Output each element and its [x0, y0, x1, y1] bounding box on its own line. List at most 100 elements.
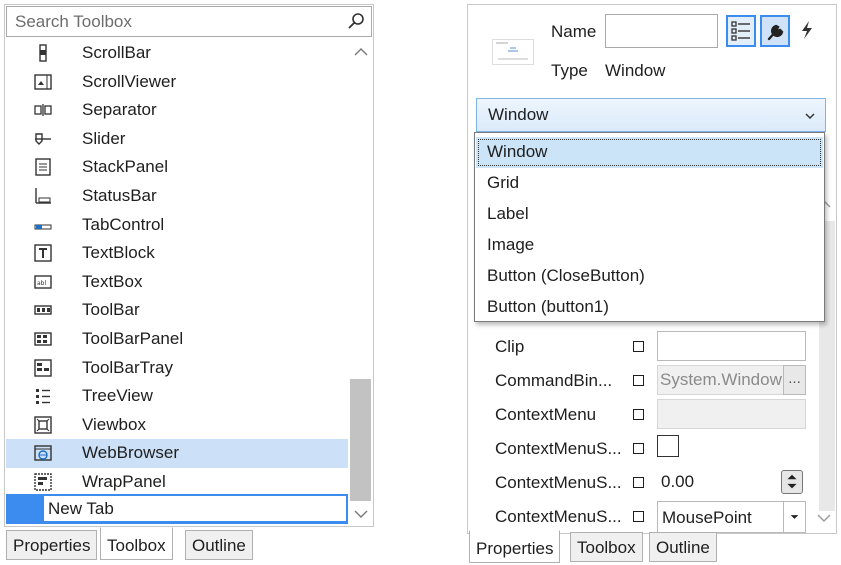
toolbox-item-toolbartray[interactable]: ToolBarTray: [6, 354, 348, 383]
property-name: ContextMenuS...: [495, 473, 622, 492]
toolbox-item-separator[interactable]: Separator: [6, 96, 348, 125]
dropdown-item-image[interactable]: Image: [476, 230, 823, 261]
toolbox-item-label: ToolBarTray: [82, 357, 174, 377]
toolbox-item-scrollbar[interactable]: ScrollBar: [6, 39, 348, 68]
wrappanel-icon: [34, 473, 52, 491]
placement-dropdown-button[interactable]: [783, 502, 805, 532]
type-value: Window: [605, 61, 666, 80]
toolbox-item-statusbar[interactable]: StatusBar: [6, 182, 348, 211]
dropdown-item-button1[interactable]: Button (button1): [476, 292, 823, 323]
slider-icon: [35, 133, 51, 145]
tab-outline-left[interactable]: Outline: [185, 530, 253, 560]
dropdown-item-closebutton[interactable]: Button (CloseButton): [476, 261, 823, 292]
dropdown-item-label[interactable]: Label: [476, 199, 823, 230]
toolbar-icon: [34, 305, 52, 316]
caret-down-icon: [790, 515, 799, 519]
tab-outline-right[interactable]: Outline: [649, 532, 717, 562]
toolbox-item-label: ToolBar: [82, 300, 140, 320]
property-row-contextmenu-number: ContextMenuS... 0.00: [468, 466, 836, 499]
toolbox-item-slider[interactable]: Slider: [6, 125, 348, 154]
toolbox-item-label: WebBrowser: [82, 443, 179, 463]
toolbox-item-label: StatusBar: [82, 185, 157, 205]
toolbox-item-label: WrapPanel: [82, 471, 166, 491]
search-icon[interactable]: [347, 12, 365, 30]
webbrowser-icon: [34, 445, 52, 462]
stackpanel-icon: [35, 158, 51, 177]
toolbox-item-label: TreeView: [82, 386, 153, 406]
toolbox-item-label: TextBox: [82, 271, 143, 291]
spinner-arrows-icon: [787, 474, 797, 489]
toolbox-item-webbrowser[interactable]: WebBrowser: [6, 439, 348, 468]
dropdown-item-window[interactable]: Window: [476, 137, 823, 168]
tab-toolbox-left[interactable]: Toolbox: [100, 527, 173, 560]
new-tab-name-input[interactable]: [43, 495, 347, 522]
property-marker-icon[interactable]: [633, 443, 644, 454]
tab-properties-right[interactable]: Properties: [469, 530, 561, 563]
treeview-icon: [36, 389, 50, 405]
chevron-down-icon[interactable]: [817, 513, 831, 523]
element-selector-value: Window: [488, 105, 549, 124]
lightning-icon: [802, 21, 812, 39]
toolbox-item-scrollviewer[interactable]: ScrollViewer: [6, 68, 348, 97]
property-name: Clip: [495, 337, 525, 356]
wrench-icon: [767, 24, 784, 41]
scrollviewer-icon: [34, 73, 52, 90]
toolbox-item-label: TextBlock: [82, 243, 155, 263]
ellipsis-button[interactable]: ...: [783, 365, 806, 395]
placement-dropdown[interactable]: MousePoint: [657, 501, 806, 533]
property-row-commandbindings: CommandBin... System.Window ...: [468, 364, 836, 397]
property-marker-icon[interactable]: [633, 477, 644, 488]
toolbox-item-label: ScrollBar: [82, 43, 151, 62]
toolbox-item-viewbox[interactable]: Viewbox: [6, 411, 348, 440]
events-view-button[interactable]: [793, 15, 823, 47]
property-name: ContextMenuS...: [495, 439, 622, 458]
clip-value-input[interactable]: [657, 331, 806, 361]
toolbox-item-stackpanel[interactable]: StackPanel: [6, 153, 348, 182]
scrollbar-icon: [39, 44, 47, 62]
list-icon: [731, 21, 750, 41]
property-marker-icon[interactable]: [633, 375, 644, 386]
toolbox-item-label: ToolBarPanel: [82, 328, 184, 348]
contextmenu-checkbox[interactable]: [657, 435, 679, 457]
chevron-down-icon: [805, 113, 815, 120]
property-row-contextmenu: ContextMenu: [468, 398, 836, 431]
toolbox-item-textblock[interactable]: TextBlock: [6, 239, 348, 268]
textbox-icon: abl: [34, 275, 52, 289]
property-marker-icon[interactable]: [633, 409, 644, 420]
separator-icon: [34, 104, 52, 117]
statusbar-icon: [35, 187, 51, 204]
toolbox-search-input[interactable]: [7, 7, 337, 36]
toolbox-item-wrappanel[interactable]: WrapPanel: [6, 468, 348, 497]
property-name: CommandBin...: [495, 371, 613, 390]
tab-toolbox-right[interactable]: Toolbox: [570, 532, 643, 562]
toolbox-item-textbox[interactable]: abl TextBox: [6, 268, 348, 297]
dropdown-item-grid[interactable]: Grid: [476, 168, 823, 199]
number-spinner[interactable]: [781, 470, 803, 494]
property-row-contextmenu-placement: ContextMenuS... MousePoint: [468, 500, 836, 533]
chevron-down-icon[interactable]: [354, 509, 368, 519]
toolbox-item-toolbarpanel[interactable]: ToolBarPanel: [6, 325, 348, 354]
toolbox-search-box[interactable]: [6, 6, 372, 37]
name-label: Name: [551, 22, 597, 41]
properties-view-button[interactable]: [760, 15, 790, 47]
toolbox-item-label: StackPanel: [82, 157, 168, 177]
element-selector-dropdown[interactable]: Window: [476, 98, 826, 132]
toolbox-scrollbar-thumb[interactable]: [350, 379, 371, 501]
toolbox-scrollbar[interactable]: [348, 39, 373, 525]
element-name-input[interactable]: [605, 14, 718, 48]
tab-properties-left[interactable]: Properties: [6, 530, 98, 560]
toolbox-item-label: TabControl: [82, 214, 165, 234]
chevron-up-icon[interactable]: [354, 47, 368, 57]
svg-text:abl: abl: [37, 280, 46, 287]
property-row-clip: Clip: [468, 330, 836, 363]
element-selector-list: Window Grid Label Image Button (CloseBut…: [474, 132, 825, 322]
property-marker-icon[interactable]: [633, 511, 644, 522]
categorized-view-button[interactable]: [726, 15, 756, 47]
toolbox-item-list: ScrollBar ScrollViewer Separator Slider …: [6, 39, 348, 497]
toolbox-item-toolbar[interactable]: ToolBar: [6, 296, 348, 325]
contextmenu-number-value[interactable]: 0.00: [661, 472, 694, 492]
tabcontrol-icon: [34, 224, 52, 230]
toolbox-item-tabcontrol[interactable]: TabControl: [6, 211, 348, 240]
toolbox-item-treeview[interactable]: TreeView: [6, 382, 348, 411]
property-marker-icon[interactable]: [633, 341, 644, 352]
